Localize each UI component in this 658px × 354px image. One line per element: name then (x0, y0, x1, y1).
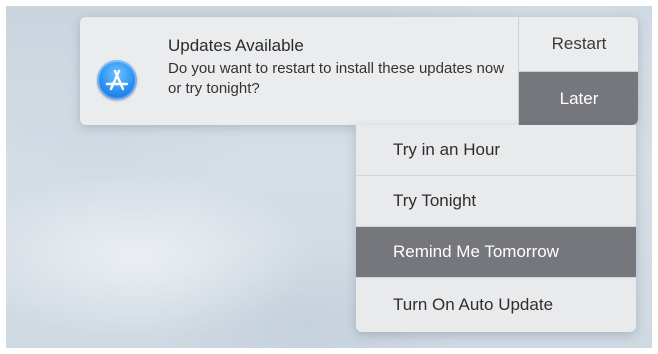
notification-message: Do you want to restart to install these … (168, 60, 505, 97)
menu-item-turn-on-auto-update[interactable]: Turn On Auto Update (356, 278, 636, 332)
menu-item-try-in-an-hour[interactable]: Try in an Hour (356, 125, 636, 176)
update-notification[interactable]: Updates Available Do you want to restart… (80, 17, 638, 125)
restart-button[interactable]: Restart (519, 17, 638, 72)
desktop-background: Updates Available Do you want to restart… (6, 6, 652, 348)
notification-content: Updates Available Do you want to restart… (168, 36, 508, 99)
menu-item-try-tonight[interactable]: Try Tonight (356, 176, 636, 227)
app-store-icon (97, 60, 137, 100)
notification-actions: Restart Later (518, 17, 638, 125)
later-button[interactable]: Later (519, 72, 638, 125)
menu-item-remind-me-tomorrow[interactable]: Remind Me Tomorrow (356, 227, 636, 278)
later-options-menu: Try in an Hour Try Tonight Remind Me Tom… (356, 125, 636, 332)
notification-title: Updates Available (168, 36, 304, 55)
